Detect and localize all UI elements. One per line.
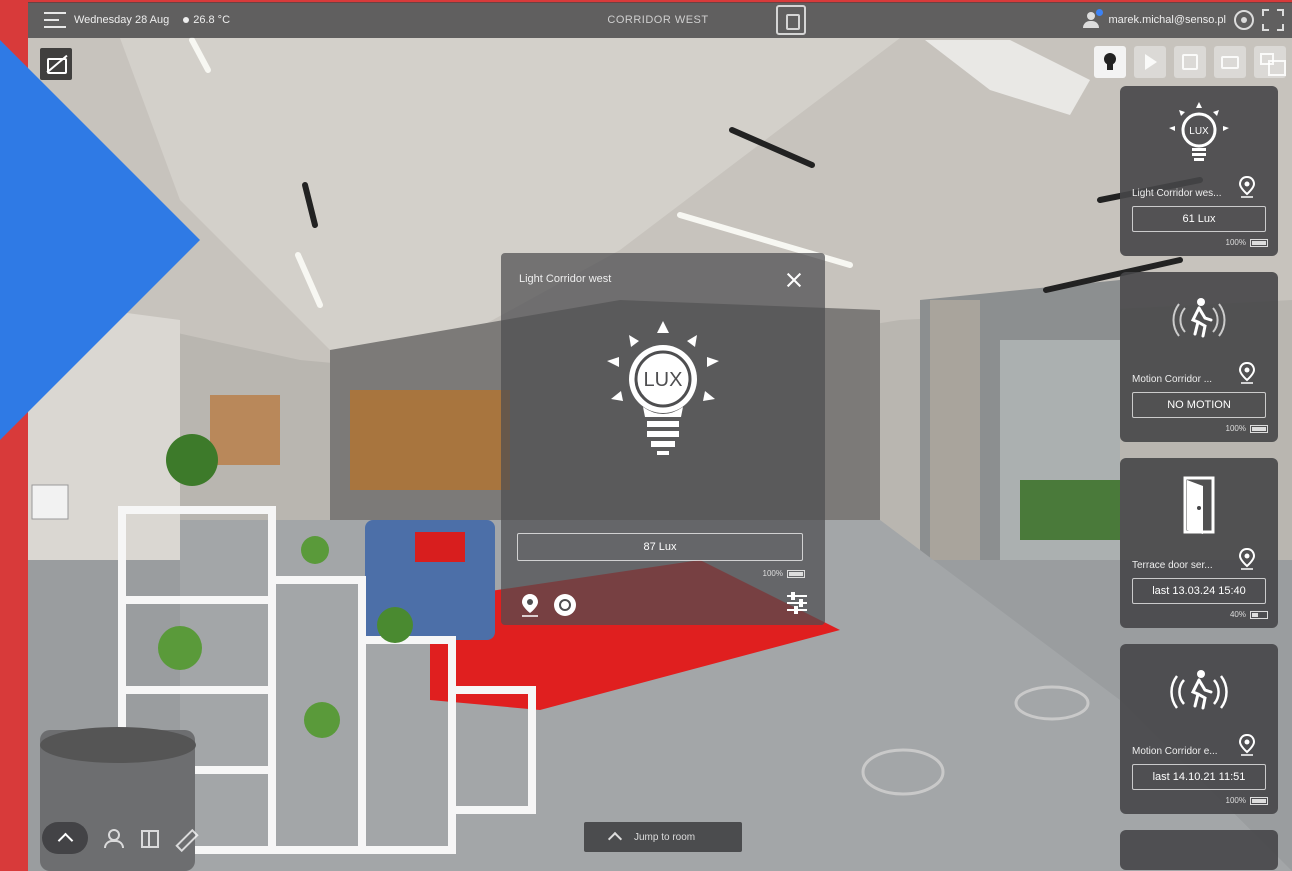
room-title: CORRIDOR WEST	[607, 14, 709, 26]
lux-bulb-icon: LUX	[607, 321, 719, 455]
location-pin-icon[interactable]	[519, 593, 541, 617]
sensor-name: Motion Corridor e...	[1132, 746, 1218, 757]
snapshot-button[interactable]	[776, 5, 806, 35]
hamburger-menu-icon[interactable]	[44, 12, 66, 28]
fullscreen-icon[interactable]	[1262, 9, 1284, 31]
motion-icon	[1172, 298, 1226, 338]
sensor-value: last 13.03.24 15:40	[1132, 578, 1266, 604]
location-pin-icon[interactable]	[1238, 176, 1256, 198]
windows-icon[interactable]	[1254, 46, 1286, 78]
floorplan-icon[interactable]	[1174, 46, 1206, 78]
temperature-icon	[183, 17, 190, 23]
battery-percent: 100%	[762, 569, 783, 578]
ruler-icon[interactable]	[174, 827, 196, 849]
close-icon[interactable]	[785, 271, 803, 289]
settings-circle-icon[interactable]	[1234, 10, 1254, 30]
battery-percent: 100%	[1225, 424, 1246, 433]
sensor-value: last 14.10.21 11:51	[1132, 764, 1266, 790]
location-pin-icon[interactable]	[1238, 362, 1256, 384]
chevron-up-icon[interactable]	[42, 822, 88, 854]
view-toolbar	[1094, 46, 1286, 78]
battery-icon	[1250, 796, 1268, 805]
users-icon[interactable]	[1082, 9, 1104, 28]
sensor-name: Motion Corridor ...	[1132, 374, 1213, 385]
battery-status: 100%	[1226, 238, 1268, 247]
sensor-name: Terrace door ser...	[1132, 560, 1213, 571]
current-date: Wednesday 28 Aug	[74, 14, 170, 26]
svg-text:LUX: LUX	[1189, 126, 1209, 137]
svg-text:LUX: LUX	[644, 369, 683, 391]
battery-status: 100%	[763, 569, 805, 578]
battery-icon	[787, 569, 805, 578]
lux-bulb-icon: LUX	[1169, 102, 1229, 161]
bottom-left-controls	[42, 822, 196, 854]
battery-icon	[1250, 424, 1268, 433]
sensor-card-light[interactable]: LUX Light Corridor wes... 61 Lux 100%	[1120, 86, 1278, 256]
battery-icon	[1250, 610, 1268, 619]
battery-status: 100%	[1226, 796, 1268, 805]
jump-to-room-button[interactable]: Jump to room	[584, 822, 742, 852]
popup-title: Light Corridor west	[519, 273, 612, 285]
top-bar: Wednesday 28 Aug 26.8 °C CORRIDOR WEST m…	[28, 2, 1292, 38]
sensor-detail-popup: Light Corridor west LUX 87 Lux 100%	[501, 253, 825, 625]
layers-icon[interactable]	[138, 827, 160, 849]
user-area: marek.michal@senso.pl	[1082, 9, 1284, 31]
brand-blue-triangle	[0, 40, 200, 440]
play-icon[interactable]	[1134, 46, 1166, 78]
location-pin-icon[interactable]	[1238, 548, 1256, 570]
sensor-value: NO MOTION	[1132, 392, 1266, 418]
sensor-value: 61 Lux	[1132, 206, 1266, 232]
info-icon[interactable]	[553, 593, 577, 617]
battery-percent: 40%	[1229, 610, 1246, 619]
temperature-value: 26.8 °C	[193, 14, 231, 26]
sensor-card-partial[interactable]	[1120, 830, 1278, 870]
sliders-icon[interactable]	[787, 592, 807, 614]
battery-percent: 100%	[1225, 796, 1246, 805]
motion-icon	[1170, 670, 1228, 710]
popup-value: 87 Lux	[517, 533, 803, 561]
lightbulb-icon[interactable]	[1094, 46, 1126, 78]
sensor-name: Light Corridor wes...	[1132, 188, 1222, 199]
user-email[interactable]: marek.michal@senso.pl	[1108, 14, 1226, 26]
people-icon[interactable]	[102, 827, 124, 849]
sensor-card-door[interactable]: Terrace door ser... last 13.03.24 15:40 …	[1120, 458, 1278, 628]
battery-status: 40%	[1230, 610, 1268, 619]
sensor-card-motion-east[interactable]: Motion Corridor e... last 14.10.21 11:51…	[1120, 644, 1278, 814]
camera-off-icon[interactable]	[40, 48, 72, 80]
battery-status: 100%	[1226, 424, 1268, 433]
battery-percent: 100%	[1225, 238, 1246, 247]
temperature-readout: 26.8 °C	[183, 14, 230, 26]
location-pin-icon[interactable]	[1238, 734, 1256, 756]
sensor-card-list: LUX Light Corridor wes... 61 Lux 100% Mo…	[1120, 86, 1278, 871]
jump-label: Jump to room	[634, 831, 696, 843]
dollhouse-icon[interactable]	[1214, 46, 1246, 78]
sensor-card-motion[interactable]: Motion Corridor ... NO MOTION 100%	[1120, 272, 1278, 442]
battery-icon	[1250, 238, 1268, 247]
door-icon	[1183, 476, 1215, 534]
